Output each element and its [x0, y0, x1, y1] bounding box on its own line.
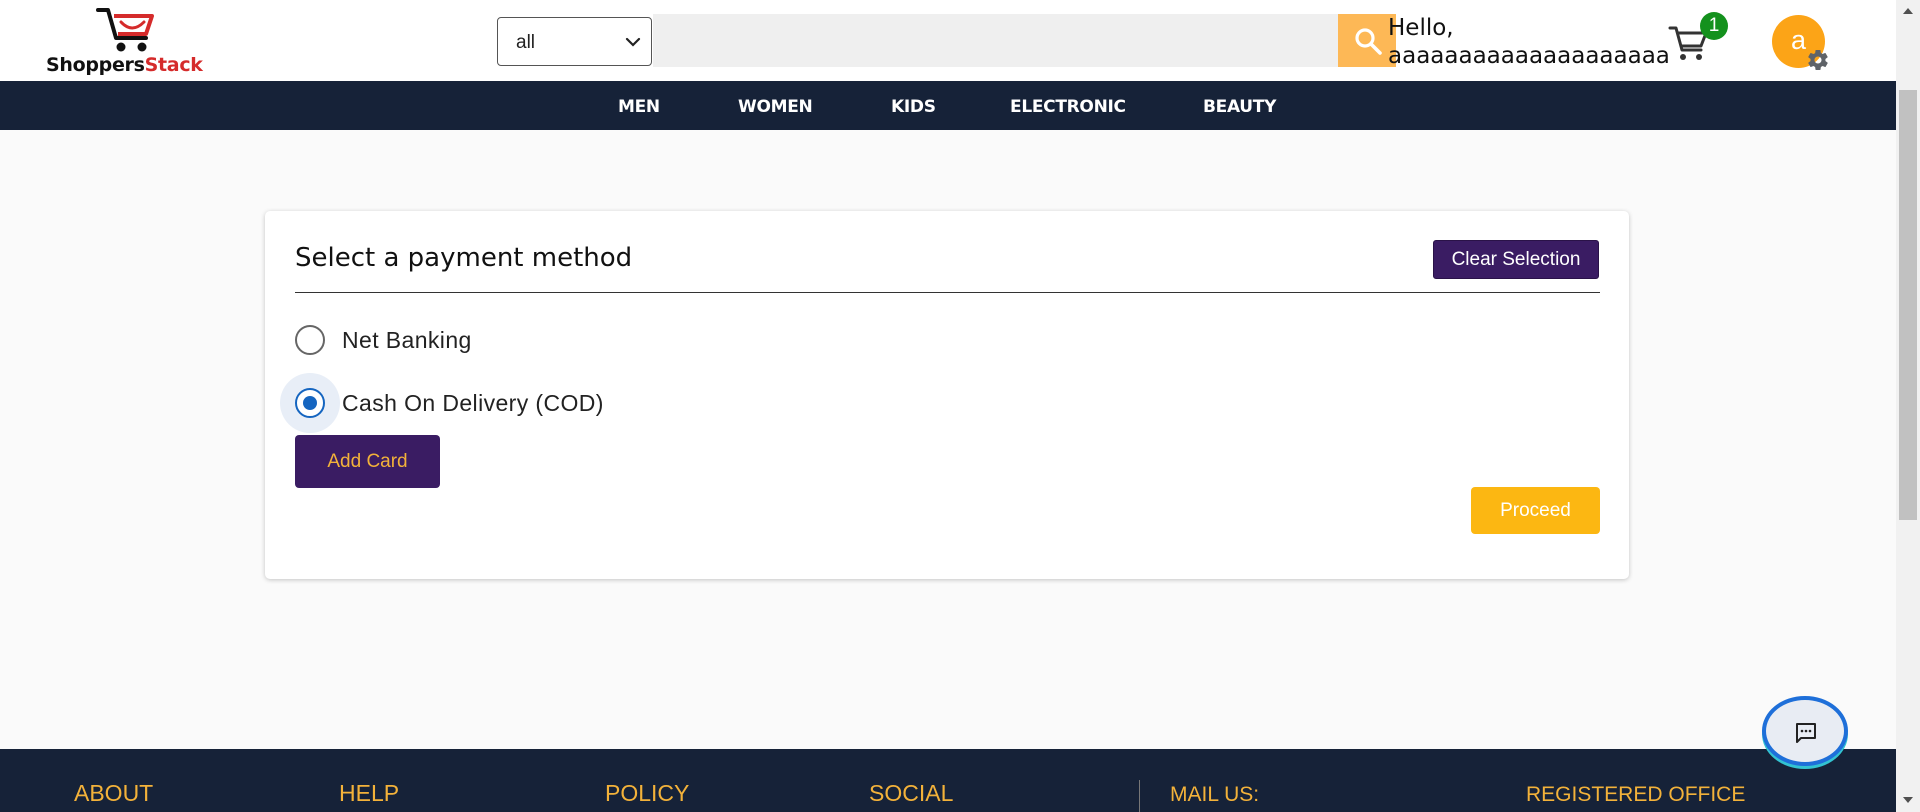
logo-text: ShoppersStack: [46, 54, 203, 76]
header: ShoppersStack all Hello, aaaaaaaaaaaaaaa…: [0, 0, 1896, 81]
nav-item-women[interactable]: WOMEN: [738, 97, 813, 117]
shopping-cart-logo-icon: [96, 8, 154, 52]
chat-icon: [1796, 723, 1816, 743]
nav-item-electronic[interactable]: ELECTRONIC: [1010, 97, 1126, 117]
clear-selection-button[interactable]: Clear Selection: [1433, 240, 1599, 279]
chevron-down-icon: [625, 37, 641, 47]
net-banking-label[interactable]: Net Banking: [342, 327, 472, 354]
footer-heading-social: SOCIAL: [869, 780, 954, 806]
category-nav: MEN WOMEN KIDS ELECTRONIC BEAUTY: [0, 81, 1896, 130]
category-select-value: all: [516, 32, 536, 53]
footer-separator: [1139, 780, 1140, 812]
cart-count-badge: 1: [1700, 12, 1728, 40]
add-card-button[interactable]: Add Card: [295, 435, 440, 488]
divider: [295, 292, 1600, 293]
gear-icon[interactable]: [1806, 48, 1830, 72]
nav-item-beauty[interactable]: BEAUTY: [1203, 97, 1276, 117]
nav-item-kids[interactable]: KIDS: [891, 97, 936, 117]
proceed-button[interactable]: Proceed: [1471, 487, 1600, 534]
footer-heading-office: REGISTERED OFFICE ADDRESS: [1526, 783, 1746, 812]
cod-radio[interactable]: [295, 388, 325, 418]
greeting-text: Hello,: [1388, 15, 1454, 41]
cod-label[interactable]: Cash On Delivery (COD): [342, 390, 604, 417]
user-greeting: Hello, aaaaaaaaaaaaaaaaaaaa: [1388, 14, 1670, 70]
scroll-down-arrow-icon[interactable]: [1903, 797, 1913, 803]
username-text: aaaaaaaaaaaaaaaaaaaa: [1388, 43, 1670, 69]
search-icon: [1355, 28, 1382, 55]
logo[interactable]: ShoppersStack: [44, 4, 224, 78]
footer-heading-help: HELP: [339, 780, 400, 806]
footer-heading-policy: POLICY: [605, 780, 690, 806]
scrollbar[interactable]: [1896, 0, 1920, 812]
scroll-up-arrow-icon[interactable]: [1903, 8, 1913, 14]
net-banking-radio[interactable]: [295, 325, 325, 355]
category-select[interactable]: all: [497, 17, 652, 66]
footer: ABOUT HELP POLICY SOCIAL MAIL US: REGIST…: [0, 749, 1896, 812]
chat-button[interactable]: [1762, 696, 1848, 766]
page-title: Select a payment method: [295, 243, 633, 273]
nav-item-men[interactable]: MEN: [618, 97, 660, 117]
payment-method-card: Select a payment method Clear Selection …: [265, 211, 1629, 579]
search-input[interactable]: [653, 14, 1339, 67]
scrollbar-thumb[interactable]: [1899, 90, 1917, 520]
footer-heading-about: ABOUT: [74, 780, 154, 806]
footer-heading-mail: MAIL US:: [1170, 783, 1260, 806]
